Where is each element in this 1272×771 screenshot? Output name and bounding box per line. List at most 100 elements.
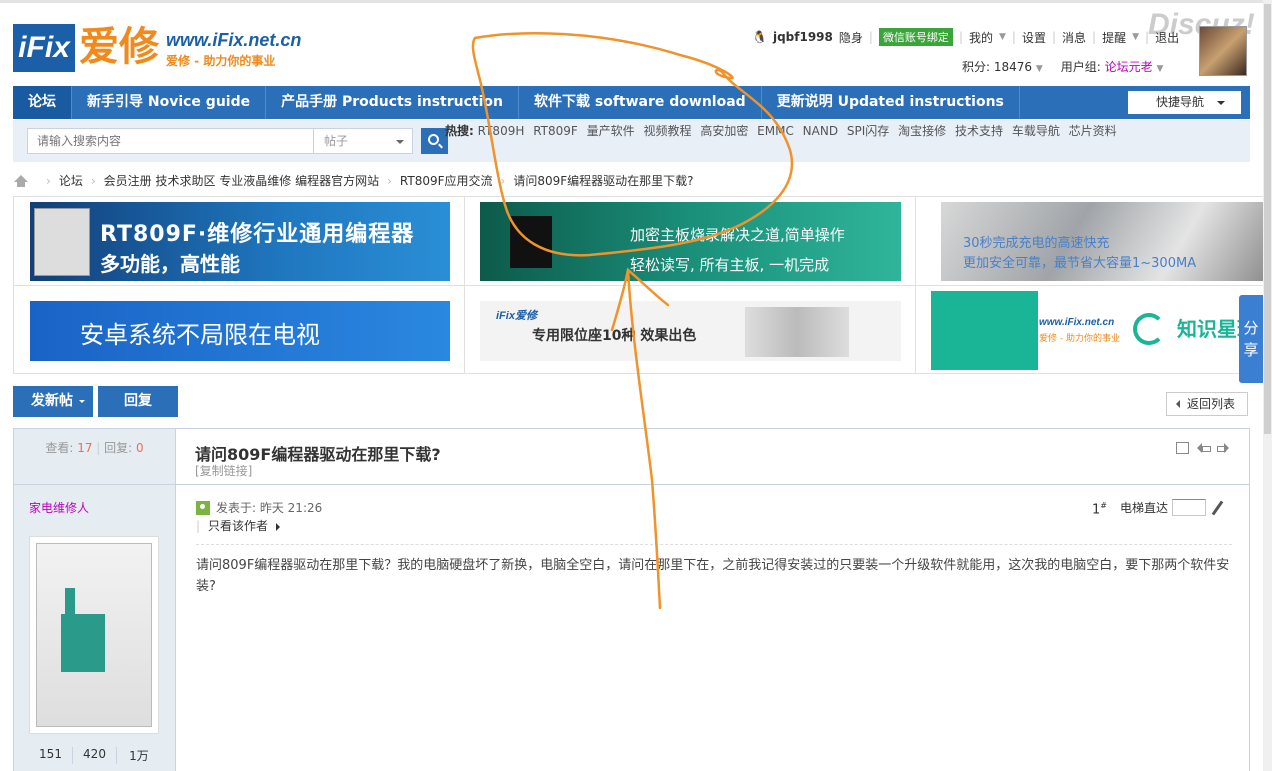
search-button[interactable] [421,128,448,154]
divider: | [958,30,963,44]
hot-word[interactable]: 技术支持 [955,124,1003,138]
breadcrumb-thread: 请问809F编程器驱动在那里下载? [513,174,694,188]
nav-item-software-download[interactable]: 软件下载 software download [519,86,762,119]
site-logo-cn[interactable]: 爱修 [79,22,159,72]
banner-encrypted-board[interactable]: 加密主板烧录解决之道,简单操作 轻松读写, 所有主板, 一机完成 [480,202,901,281]
next-thread-icon[interactable] [1217,442,1229,454]
banner-slogan: 爱修 - 助力你的事业 [1039,334,1120,344]
wechat-bind-button[interactable]: 微信账号绑定 [878,28,953,46]
chevron-right-icon: › [46,173,51,188]
scrollbar-thumb[interactable] [1264,4,1271,434]
divider: | [1051,30,1057,44]
breadcrumb-board[interactable]: RT809F应用交流 [400,172,493,189]
user-stats: 积分: 18476 ▼ 用户组: 论坛元老 ▼ [962,58,1163,75]
hot-word[interactable]: 高安加密 [700,124,748,138]
username-link[interactable]: jqbf1998 [773,30,833,44]
author-counters: 151 420 1万 [29,747,161,764]
hot-word[interactable]: 车载导航 [1012,124,1060,138]
floor-jump-input[interactable] [1172,499,1207,516]
thread-tools [1176,442,1229,454]
points-label: 积分: 18476 [962,60,1033,74]
back-to-list-button[interactable]: 返回列表 [1166,392,1248,416]
chevron-down-icon: ▼ [1132,32,1140,42]
floor-jump: 电梯直达 [1120,499,1224,516]
previous-thread-icon[interactable] [1197,442,1211,454]
author-name[interactable]: 家电维修人 [29,499,89,516]
banner-knowledge-planet[interactable]: www.iFix.net.cn 爱修 - 助力你的事业 知识星球 [931,291,1272,370]
banner-fast-charge[interactable]: 30秒完成充电的高速快充 更加安全可靠，最节省大容量1~300MA [941,202,1272,281]
invisible-status[interactable]: 隐身 [839,29,863,46]
hot-word[interactable]: SPI闪存 [847,124,889,138]
only-author-link[interactable]: 只看该作者 [196,517,280,534]
hot-word[interactable]: 量产软件 [587,124,635,138]
hot-word[interactable]: RT809H [478,124,525,138]
site-url: www.iFix.net.cn [166,30,302,50]
programmer-image [34,208,90,276]
nav-item-novice-guide[interactable]: 新手引导 Novice guide [72,86,267,119]
hot-word[interactable]: 芯片资料 [1069,124,1117,138]
settings-link[interactable]: 设置 [1022,29,1046,46]
divider: | [1092,30,1097,44]
my-menu[interactable]: 我的 [969,29,993,46]
author-count[interactable]: 151 [29,747,73,764]
quick-nav-button[interactable]: 快捷导航 [1128,91,1241,114]
author-count[interactable]: 420 [73,747,117,764]
hot-word[interactable]: NAND [803,124,838,138]
copy-link[interactable]: [复制链接] [195,462,252,479]
search-input[interactable] [27,128,314,154]
banner-text: 更加安全可靠，最节省大容量1~300MA [963,256,1197,271]
user-group[interactable]: 用户组: 论坛元老 ▼ [1061,58,1164,75]
breadcrumb-forum[interactable]: 论坛 [59,172,83,189]
divider: | [868,30,873,44]
ad-banners: RT809F·维修行业通用编程器 多功能，高性能 加密主板烧录解决之道,简单操作… [13,196,1272,374]
floor-sign: # [1100,501,1107,510]
banner-sockets[interactable]: iFix爱修 专用限位座10种 效果出色 [480,301,901,361]
new-post-button[interactable]: 发新帖 [13,386,93,417]
site-slogan: 爱修 - 助力你的事业 [166,54,276,68]
hot-word[interactable]: 视频教程 [643,124,691,138]
banner-text: 多功能，高性能 [100,252,240,276]
site-logo[interactable]: iFix [13,24,75,72]
search-bar: 帖子 热搜: RT809H RT809F 量产软件 视频教程 高安加密 EMMC… [13,120,1250,162]
zif-socket [61,614,105,672]
banner-divider [14,285,1272,286]
banner-rt809f[interactable]: RT809F·维修行业通用编程器 多功能，高性能 [30,202,450,281]
author-avatar[interactable] [29,536,159,734]
views-count: 17 [77,441,93,455]
search-type-select[interactable]: 帖子 [314,128,413,154]
nav-item-products[interactable]: 产品手册 Products instruction [266,86,519,119]
page-scrollbar[interactable] [1263,0,1272,771]
planet-icon [1133,313,1165,345]
chevron-right-icon: › [90,173,96,188]
nav-item-forum[interactable]: 论坛 [13,86,72,119]
share-button[interactable]: 分享 [1239,295,1263,383]
points[interactable]: 积分: 18476 ▼ [962,58,1043,75]
post-meta: 发表于: 昨天 21:26 [196,499,322,516]
print-icon[interactable] [1176,442,1189,454]
author-count[interactable]: 1万 [117,747,161,764]
banner-text: 30秒完成充电的高速快充 [963,236,1110,251]
user-avatar[interactable] [1199,26,1247,76]
banner-text: 轻松读写, 所有主板, 一机完成 [630,256,830,274]
banner-text: 安卓系统不局限在电视 [80,321,320,349]
nav-item-updates[interactable]: 更新说明 Updated instructions [762,86,1020,119]
divider: | [1145,30,1150,44]
post-content: 请问809F编程器驱动在那里下载？我的电脑硬盘坏了新换，电脑全空白，请问在那里下… [196,558,1230,594]
hot-word[interactable]: 淘宝接修 [898,124,946,138]
breadcrumb-section[interactable]: 会员注册 技术求助区 专业液晶维修 编程器官方网站 [104,172,379,189]
chip-image [510,216,552,268]
thread-container: 查看: 17 | 回复: 0 家电维修人 151 420 1万 请问809F编程… [13,428,1250,771]
banner-android[interactable]: 安卓系统不局限在电视 [30,301,450,361]
reply-button[interactable]: 回复 [98,386,178,417]
home-icon[interactable] [14,174,28,187]
chevron-right-icon: › [387,173,392,188]
notifications-link[interactable]: 提醒 [1102,29,1126,46]
banner-text: 专用限位座10种 效果出色 [532,328,697,344]
logout-link[interactable]: 退出 [1155,29,1179,46]
hot-word[interactable]: EMMC [757,124,794,138]
go-icon[interactable] [1210,500,1224,516]
banner-url: www.iFix.net.cn [1039,317,1115,328]
avatar-image [36,543,152,727]
hot-word[interactable]: RT809F [533,124,578,138]
messages-link[interactable]: 消息 [1062,29,1086,46]
